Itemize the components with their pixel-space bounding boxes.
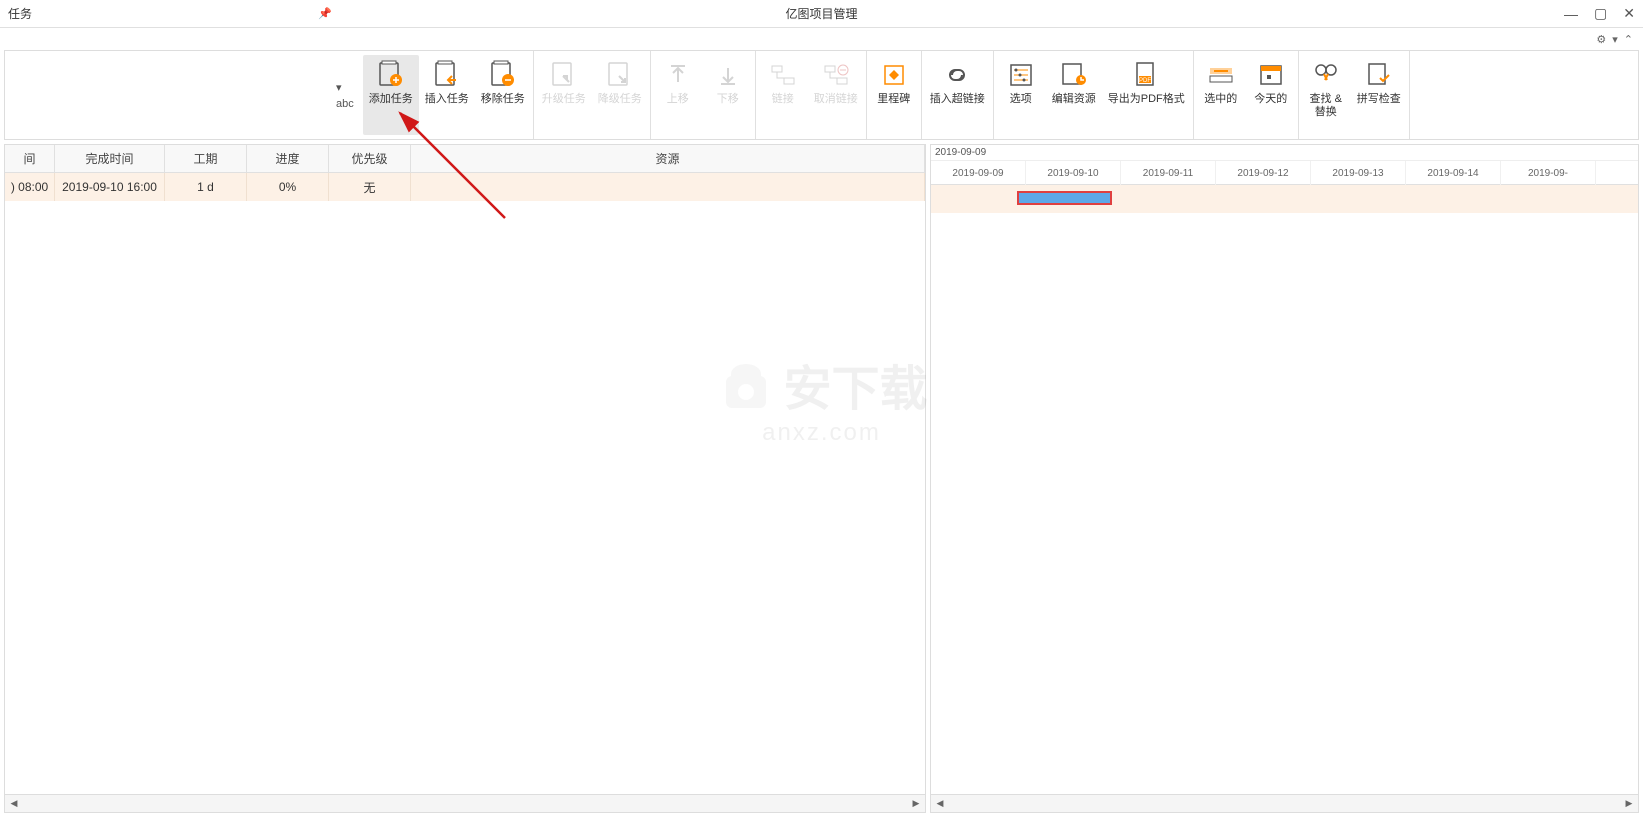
scroll-right-icon[interactable]: ▶ [1622,797,1636,811]
options-icon [1005,59,1037,91]
link-icon [767,59,799,91]
col-resource[interactable]: 资源 [411,145,925,172]
svg-text:PDF: PDF [1139,78,1151,84]
add-task-button[interactable]: 添加任务 [363,55,419,135]
find-replace-icon [1310,59,1342,91]
gantt-day: 2019-09-11 [1121,161,1216,185]
close-button[interactable]: ✕ [1623,5,1635,22]
col-progress[interactable]: 进度 [247,145,329,172]
gantt-day-scale: 2019-09-09 2019-09-10 2019-09-11 2019-09… [931,161,1638,185]
sub-bar: ⚙ ▾ ⌃ [0,28,1643,50]
abc-label[interactable]: abc [333,97,357,111]
table-row[interactable]: ) 08:00 2019-09-10 16:00 1 d 0% 无 [5,173,925,201]
unlink-icon [820,59,852,91]
find-replace-button[interactable]: 查找 & 替换 [1301,55,1351,135]
cell-finish[interactable]: 2019-09-10 16:00 [55,173,165,201]
cell-resource[interactable] [411,173,925,201]
gantt-day: 2019-09-10 [1026,161,1121,185]
upgrade-task-icon [548,59,580,91]
gantt-scrollbar[interactable]: ◀ ▶ [931,794,1638,812]
ribbon-toolbar: ▾ abc 添加任务 插入任务 移除任务 升级任务 [4,50,1639,140]
move-down-icon [712,59,744,91]
edit-resources-button[interactable]: 编辑资源 [1046,55,1102,135]
move-up-icon [662,59,694,91]
gantt-day: 2019-09-13 [1311,161,1406,185]
edit-resources-icon [1058,59,1090,91]
col-start-time[interactable]: 间 [5,145,55,172]
selected-button[interactable]: 选中的 [1196,55,1246,135]
minimize-button[interactable]: — [1564,6,1578,22]
spell-check-button[interactable]: 拼写检查 [1351,55,1407,135]
cell-priority[interactable]: 无 [329,173,411,201]
gantt-day: 2019-09-14 [1406,161,1501,185]
remove-task-icon [487,59,519,91]
milestone-button[interactable]: 里程碑 [869,55,919,135]
remove-task-button[interactable]: 移除任务 [475,55,531,135]
app-title: 亿图项目管理 [785,5,857,22]
link-button[interactable]: 链接 [758,55,808,135]
gantt-task-bar[interactable] [1017,191,1112,205]
content-area: 间 完成时间 工期 进度 优先级 资源 ) 08:00 2019-09-10 1… [4,144,1639,813]
move-down-button[interactable]: 下移 [703,55,753,135]
grid-header: 间 完成时间 工期 进度 优先级 资源 [5,145,925,173]
collapse-icon[interactable]: ⌃ [1624,33,1633,46]
options-button[interactable]: 选项 [996,55,1046,135]
dropdown-icon[interactable]: ▾ [1612,33,1618,46]
panel-title: 任务 [0,5,32,22]
add-task-icon [375,59,407,91]
gantt-day: 2019-09-09 [931,161,1026,185]
downgrade-task-button[interactable]: 降级任务 [592,55,648,135]
milestone-icon [878,59,910,91]
selected-icon [1205,59,1237,91]
today-button[interactable]: 今天的 [1246,55,1296,135]
maximize-button[interactable]: ▢ [1594,5,1607,22]
dropdown-small[interactable]: ▾ [333,80,357,95]
col-priority[interactable]: 优先级 [329,145,411,172]
gantt-top-date: 2019-09-09 [931,145,1638,161]
cell-progress[interactable]: 0% [247,173,329,201]
gantt-body[interactable] [931,185,1638,794]
downgrade-task-icon [604,59,636,91]
unlink-button[interactable]: 取消链接 [808,55,864,135]
gear-icon[interactable]: ⚙ [1596,33,1606,46]
gantt-day: 2019-09- [1501,161,1596,185]
cell-duration[interactable]: 1 d [165,173,247,201]
format-group: ▾ abc [329,51,361,139]
gantt-day: 2019-09-12 [1216,161,1311,185]
gantt-row[interactable] [931,185,1638,213]
hyperlink-icon [941,59,973,91]
today-icon [1255,59,1287,91]
gantt-panel: 2019-09-09 2019-09-09 2019-09-10 2019-09… [930,144,1639,813]
col-finish-time[interactable]: 完成时间 [55,145,165,172]
task-grid-panel: 间 完成时间 工期 进度 优先级 资源 ) 08:00 2019-09-10 1… [4,144,926,813]
export-pdf-button[interactable]: PDF 导出为PDF格式 [1102,55,1191,135]
grid-scrollbar[interactable]: ◀ ▶ [5,794,925,812]
insert-task-button[interactable]: 插入任务 [419,55,475,135]
spell-check-icon [1363,59,1395,91]
insert-task-icon [431,59,463,91]
insert-hyperlink-button[interactable]: 插入超链接 [924,55,991,135]
title-bar: 任务 📌 亿图项目管理 — ▢ ✕ [0,0,1643,28]
upgrade-task-button[interactable]: 升级任务 [536,55,592,135]
gantt-header: 2019-09-09 2019-09-09 2019-09-10 2019-09… [931,145,1638,185]
pin-icon[interactable]: 📌 [318,7,332,20]
export-pdf-icon: PDF [1130,59,1162,91]
cell-start[interactable]: ) 08:00 [5,173,55,201]
window-controls: — ▢ ✕ [1564,5,1635,22]
scroll-right-icon[interactable]: ▶ [909,797,923,811]
move-up-button[interactable]: 上移 [653,55,703,135]
col-duration[interactable]: 工期 [165,145,247,172]
scroll-left-icon[interactable]: ◀ [933,797,947,811]
scroll-left-icon[interactable]: ◀ [7,797,21,811]
